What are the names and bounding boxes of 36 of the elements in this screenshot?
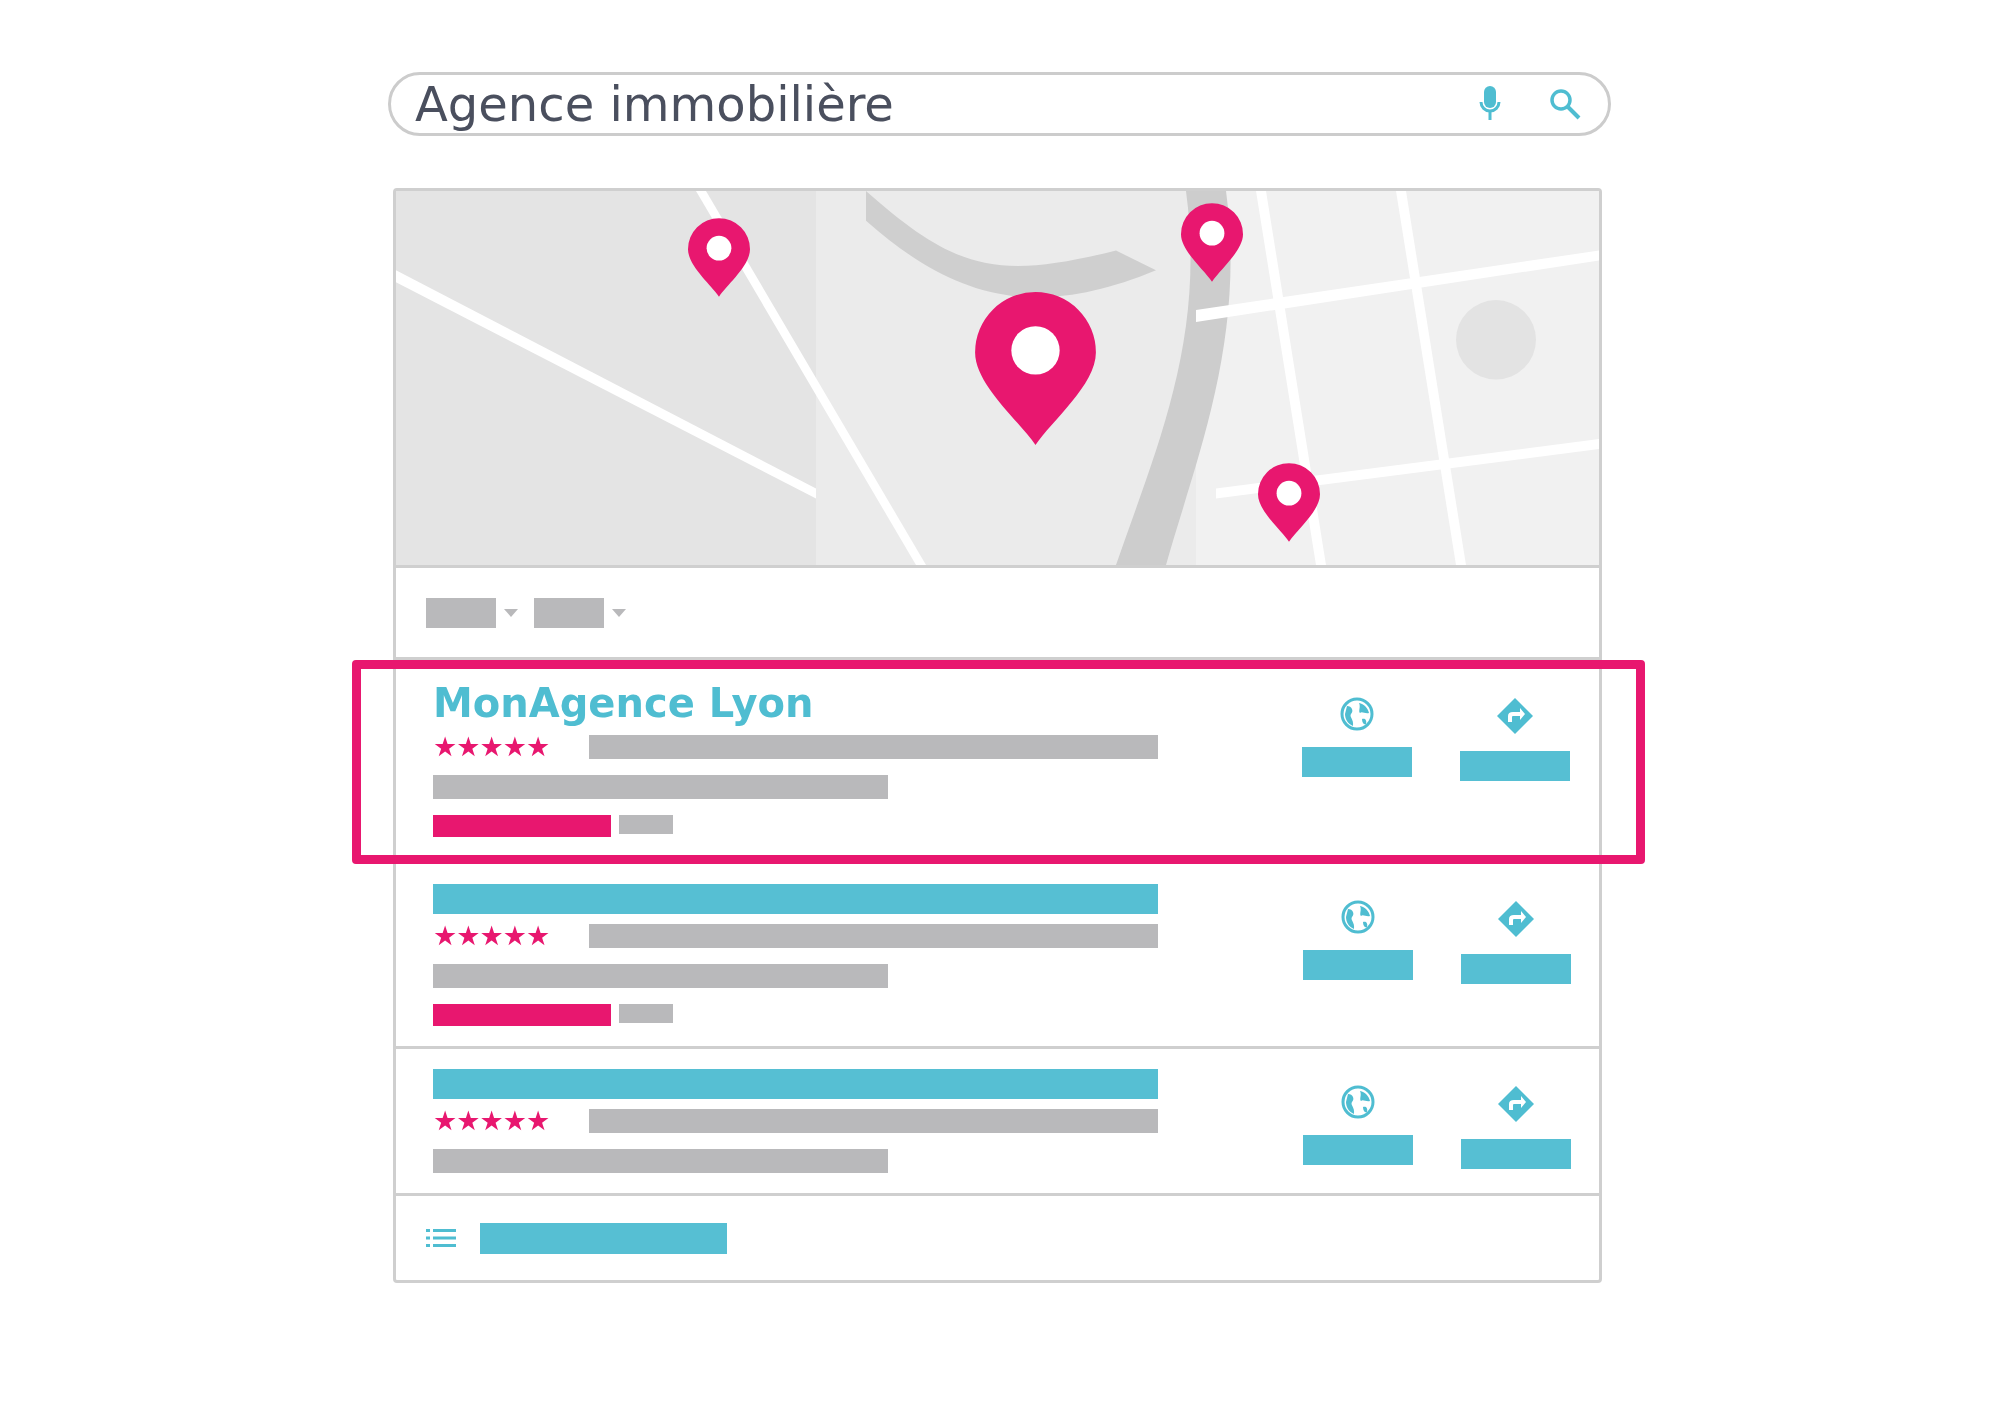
star-icon: ★ <box>433 1107 457 1135</box>
star-icon: ★ <box>525 733 550 761</box>
more-results-link[interactable] <box>480 1222 727 1254</box>
globe-icon <box>1341 1085 1375 1119</box>
text-placeholder <box>619 1004 673 1023</box>
star-icon: ★ <box>525 1107 550 1135</box>
filter-dropdown[interactable] <box>534 597 604 628</box>
search-field[interactable]: Agence immobilière <box>388 72 1611 136</box>
star-icon: ★ <box>456 922 480 950</box>
star-icon: ★ <box>456 733 480 761</box>
star-icon: ★ <box>456 1107 480 1135</box>
list-icon[interactable] <box>426 1228 456 1248</box>
star-icon: ★ <box>502 733 526 761</box>
star-icon: ★ <box>433 733 457 761</box>
star-icon: ★ <box>479 922 503 950</box>
caret-icon <box>612 608 626 617</box>
globe-icon <box>1340 697 1374 731</box>
star-icon: ★ <box>502 1107 526 1135</box>
search-icon[interactable] <box>1549 88 1581 120</box>
map-pin-icon[interactable] <box>1181 203 1243 282</box>
star-icon: ★ <box>433 922 457 950</box>
directions-icon <box>1496 697 1534 735</box>
directions-icon <box>1497 1085 1535 1123</box>
filter-dropdown[interactable] <box>426 597 496 628</box>
star-icon: ★ <box>502 922 526 950</box>
microphone-icon[interactable] <box>1479 86 1501 122</box>
map-pin-icon[interactable] <box>688 218 750 297</box>
star-icon: ★ <box>479 1107 503 1135</box>
globe-icon <box>1341 900 1375 934</box>
map-pin-icon[interactable] <box>975 292 1096 445</box>
star-icon: ★ <box>479 733 503 761</box>
directions-icon <box>1497 900 1535 938</box>
star-icon: ★ <box>525 922 550 950</box>
caret-icon <box>504 608 518 617</box>
map-pin-icon[interactable] <box>1258 463 1320 542</box>
text-placeholder <box>619 815 673 834</box>
